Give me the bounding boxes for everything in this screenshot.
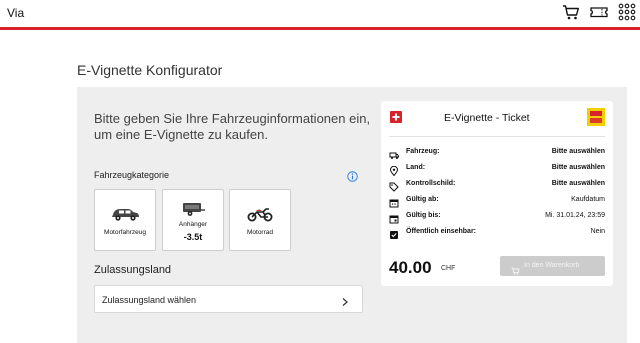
divider <box>389 136 605 137</box>
cart-icon <box>511 262 520 275</box>
ticket-row-value: Bitte auswählen <box>551 148 605 155</box>
ticket-row-valid-from: Gültig ab: Kaufdatum <box>389 195 605 208</box>
location-pin-icon <box>389 163 399 177</box>
ticket-price: 40.00 <box>389 258 432 277</box>
category-weight-limit: -3.5t <box>183 232 203 242</box>
ticket-row-label: Gültig ab: <box>406 196 439 203</box>
header-accent-line <box>0 27 640 30</box>
ticket-row-value: Bitte auswählen <box>551 164 605 171</box>
ticket-row-label: Gültig bis: <box>406 212 441 219</box>
ticket-title: E-Vignette - Ticket <box>444 112 530 124</box>
vehicle-icon <box>389 147 399 159</box>
ticket-row-value: Bitte auswählen <box>551 180 605 187</box>
category-label: Anhänger <box>178 221 208 228</box>
category-tile-motorrad[interactable]: Motorrad <box>229 189 291 251</box>
ticket-row-vehicle: Fahrzeug: Bitte auswählen <box>389 147 605 159</box>
top-bar: Via <box>0 0 640 30</box>
trailer-icon <box>183 203 205 216</box>
ticket-row-plate: Kontrollschild: Bitte auswählen <box>389 179 605 192</box>
ticket-row-label: Kontrollschild: <box>406 180 456 187</box>
category-tile-anhaenger[interactable]: Anhänger -3.5t <box>162 189 224 251</box>
ticket-summary: E-Vignette - Ticket Fahrzeug: Bitte ausw… <box>381 101 613 286</box>
intro-text: Bitte geben Sie Ihre Fahrzeuginformation… <box>94 111 371 142</box>
cart-icon[interactable] <box>561 2 581 22</box>
ticket-row-value: Mi. 31.01.24, 23:59 <box>545 212 605 219</box>
category-tile-motorfahrzeug[interactable]: Motorfahrzeug <box>94 189 156 251</box>
brand-name[interactable]: Via <box>7 6 24 20</box>
ticket-row-value: Nein <box>590 228 605 235</box>
add-to-cart-label: In den Warenkorb <box>524 262 580 269</box>
chevron-right-icon <box>341 294 349 306</box>
swiss-flag-icon <box>390 110 402 123</box>
ticket-row-country: Land: Bitte auswählen <box>389 163 605 177</box>
ticket-icon[interactable] <box>589 2 609 22</box>
country-select-value: Zulassungsland wählen <box>102 295 197 305</box>
car-icon <box>112 209 139 221</box>
vehicle-category-label: Fahrzeugkategorie <box>94 170 170 180</box>
page-title: E-Vignette Konfigurator <box>77 62 223 78</box>
vignette-logo <box>587 108 605 126</box>
ticket-row-valid-until: Gültig bis: Mi. 31.01.24, 23:59 <box>389 211 605 224</box>
checkbox-icon <box>389 227 399 239</box>
ticket-currency: CHF <box>441 265 456 272</box>
category-label: Motorfahrzeug <box>104 229 146 236</box>
add-to-cart-button[interactable]: In den Warenkorb <box>500 256 605 276</box>
apps-grid-icon[interactable] <box>617 2 637 22</box>
ticket-row-label: Fahrzeug: <box>406 148 440 155</box>
calendar-end-icon <box>389 211 399 224</box>
ticket-row-label: Öffentlich einsehbar: <box>406 228 477 235</box>
ticket-row-label: Land: <box>406 164 426 171</box>
info-icon[interactable] <box>347 169 358 182</box>
country-select[interactable]: Zulassungsland wählen <box>94 285 363 313</box>
category-label: Motorrad <box>246 229 273 236</box>
ticket-row-value: Kaufdatum <box>571 196 605 203</box>
motorcycle-icon <box>247 208 273 222</box>
calendar-icon <box>389 195 399 208</box>
country-label: Zulassungsland <box>94 264 172 276</box>
tag-icon <box>389 179 399 192</box>
ticket-row-public: Öffentlich einsehbar: Nein <box>389 227 605 239</box>
